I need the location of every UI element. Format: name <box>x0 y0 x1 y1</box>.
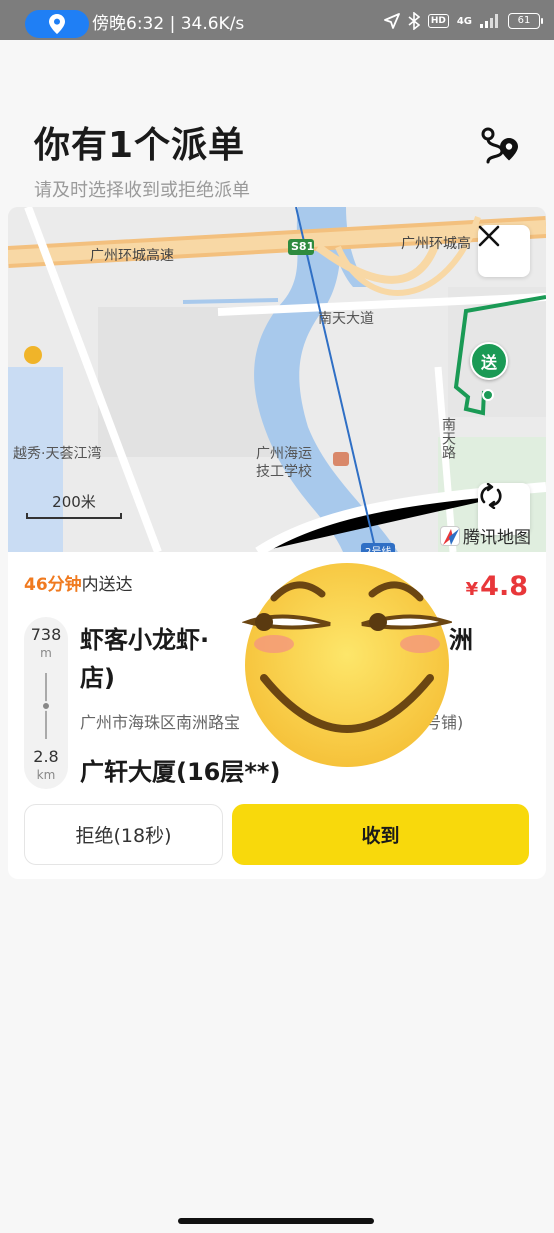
shop-name-line1-tail: 洲 <box>449 626 473 654</box>
reject-button[interactable]: 拒绝(18秒) <box>24 804 223 865</box>
map-label-tianhui: 越秀·天荟江湾 <box>13 446 102 462</box>
accept-button[interactable]: 收到 <box>232 804 529 865</box>
distance-to-dest-unit: km <box>36 768 56 782</box>
map-label-ring-left: 广州环城高速 <box>90 248 174 264</box>
page-title: 你有1个派单 <box>34 125 246 166</box>
price-currency: ¥ <box>465 579 479 600</box>
map-label-school: 广州海运 技工学校 <box>256 446 312 480</box>
map-label-ring-right: 广州环城高 <box>401 236 471 252</box>
delivery-time: 46分钟内送达 <box>24 570 133 595</box>
location-icon <box>49 14 65 34</box>
distance-midpoint <box>41 701 51 711</box>
delivery-pin[interactable]: 送 <box>470 342 508 380</box>
status-time-speed: 傍晚6:32 | 34.6K/s <box>92 14 245 34</box>
map-view[interactable]: 广州环城高速 广州环城高 S81 南天大道 南天路 越秀·天荟江湾 广州海运 技… <box>8 207 546 552</box>
map-scale: 200米 <box>26 491 122 521</box>
order-card: 广州环城高速 广州环城高 S81 南天大道 南天路 越秀·天荟江湾 广州海运 技… <box>8 207 546 879</box>
page-subtitle: 请及时选择收到或拒绝派单 <box>34 180 250 201</box>
map-scale-bar <box>26 513 122 519</box>
home-indicator[interactable] <box>178 1218 374 1224</box>
shop-name-line1: 虾客小龙虾· <box>80 626 210 654</box>
status-icons: HD 4G 61 <box>383 12 543 30</box>
price-value: 4.8 <box>480 571 528 602</box>
map-label-highway-shield: S81 <box>291 240 315 253</box>
distance-to-shop-value: 738 <box>30 625 62 644</box>
delivery-minutes: 46分钟 <box>24 575 82 595</box>
shop-name-line2: 店) <box>80 664 115 692</box>
distance-track: 738 m 2.8 km <box>24 617 68 789</box>
battery-level: 61 <box>517 15 531 26</box>
map-label-metro: 2号线 <box>361 543 396 552</box>
map-scale-label: 200米 <box>52 493 96 511</box>
route-pin-icon <box>481 127 518 164</box>
close-icon <box>478 225 500 247</box>
route-button[interactable] <box>476 124 522 170</box>
battery-icon: 61 <box>508 13 543 29</box>
navigation-arrow-icon <box>383 13 400 29</box>
tencent-map-logo-icon <box>440 525 460 546</box>
delivery-suffix: 内送达 <box>81 575 133 595</box>
status-bar: 傍晚6:32 | 34.6K/s HD 4G 61 <box>0 0 554 40</box>
bluetooth-icon <box>408 12 420 30</box>
shop-address-text: 广州市海珠区南洲路宝 <box>80 713 241 732</box>
order-price: ¥4.8 <box>466 571 528 602</box>
map-provider-label: 腾讯地图 <box>463 528 531 548</box>
map-label-nantian-road: 南天路 <box>440 417 456 459</box>
map-provider: 腾讯地图 <box>440 523 531 548</box>
map-close-button[interactable] <box>478 225 530 277</box>
network-label: 4G <box>456 15 472 27</box>
location-indicator[interactable] <box>25 10 89 38</box>
hd-badge: HD <box>427 14 449 28</box>
refresh-icon <box>480 483 502 509</box>
map-label-nantian-avenue: 南天大道 <box>318 311 374 327</box>
distance-to-dest-value: 2.8 <box>33 747 59 766</box>
distance-to-shop-unit: m <box>40 646 52 660</box>
signal-icon <box>480 14 498 28</box>
smirk-emoji-sticker <box>242 563 452 767</box>
